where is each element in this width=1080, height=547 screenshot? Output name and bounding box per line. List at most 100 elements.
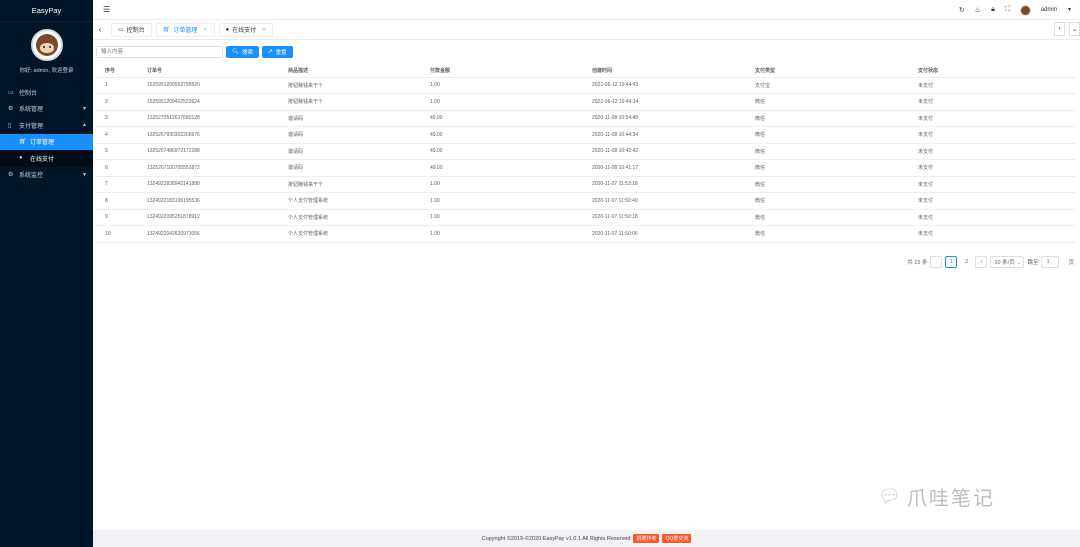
table-cell: 2020-11-08 10:42:42 bbox=[583, 143, 746, 160]
table-row[interactable]: 10 1324922042620973056 个人支付管理系统 1.00 2020-11… bbox=[96, 225, 1076, 243]
close-icon[interactable]: ✕ bbox=[262, 27, 266, 33]
prev-page-button[interactable]: ‹ bbox=[930, 256, 943, 268]
sidebar-item-label: 系统管理 bbox=[19, 107, 44, 114]
table-cell: 微信 bbox=[746, 176, 909, 193]
table-cell: 微信 bbox=[746, 192, 909, 210]
chevron-left-icon[interactable]: ‹ bbox=[93, 25, 107, 34]
sidebar-item-label: 支付管理 bbox=[19, 123, 44, 130]
table-cell: 1324922095251878912 bbox=[138, 209, 279, 226]
table-cell: 未支付 bbox=[909, 93, 1076, 111]
chevron-right-icon[interactable]: › bbox=[1054, 22, 1065, 36]
table-cell: 1.00 bbox=[421, 209, 583, 226]
chevron-down-icon[interactable]: ⌄ bbox=[1069, 22, 1080, 36]
table-cell: 2 bbox=[96, 93, 138, 111]
sidebar-item-dashboard[interactable]: ▭ 控制台 bbox=[0, 84, 93, 101]
table-row[interactable]: 8 1324922183106195536 个人支付管理系统 1.00 2020-11-… bbox=[96, 192, 1076, 210]
table-cell: 49.00 bbox=[421, 126, 583, 144]
sidebar-item-monitor[interactable]: ⚙ 系统监控 ▼ bbox=[0, 167, 93, 184]
table-cell: 微信 bbox=[746, 225, 909, 243]
search-button-label: 搜索 bbox=[241, 50, 253, 56]
reset-button[interactable]: ↗ 重置 bbox=[262, 46, 293, 58]
table-row[interactable]: 1 1535951206562795520 按钮赚钱来干个 1.00 2022-06-1… bbox=[96, 77, 1076, 94]
tab-online-pay[interactable]: ● 在线支付 ✕ bbox=[218, 22, 274, 37]
tab-orders[interactable]: 🛒︎ 订单管理 ✕ bbox=[155, 22, 215, 37]
sidebar-item-online-pay[interactable]: ● 在线支付 bbox=[0, 150, 93, 167]
chevron-down-icon: ▼ bbox=[82, 171, 87, 178]
table-cell: 1.00 bbox=[421, 93, 583, 111]
table-row[interactable]: 3 1325270512617680128 邀请码 49.00 2020-11-08 1… bbox=[96, 110, 1076, 127]
jump-label: 跳至 bbox=[1027, 260, 1039, 266]
donate-badge[interactable]: 捐赠作者 bbox=[633, 534, 660, 543]
table-cell: 3 bbox=[96, 110, 138, 127]
table-row[interactable]: 4 1325267930302206976 邀请码 49.00 2020-11-08 1… bbox=[96, 126, 1076, 144]
sidebar-item-system[interactable]: ⚙ 系统管理 ▼ bbox=[0, 101, 93, 118]
search-button[interactable]: 🔍︎ 搜索 bbox=[226, 46, 259, 58]
table-row[interactable]: 5 1325267486972172288 邀请码 49.00 2020-11-08 1… bbox=[96, 143, 1076, 160]
notification-icon[interactable]: ♨ bbox=[975, 6, 981, 14]
total-count: 共 15 条 bbox=[907, 260, 928, 266]
page-button[interactable]: 1 bbox=[945, 256, 958, 268]
avatar[interactable] bbox=[30, 29, 63, 61]
table-cell: 2020-11-07 11:50:40 bbox=[583, 192, 746, 210]
table-cell: 9 bbox=[96, 209, 138, 226]
chevron-down-icon[interactable]: ▼ bbox=[1067, 7, 1072, 13]
fullscreen-icon[interactable]: ⛶ bbox=[1005, 6, 1010, 14]
cart-icon: 🛒︎ bbox=[19, 139, 27, 146]
tab-dashboard[interactable]: ▭ 控制台 bbox=[111, 22, 152, 37]
reset-icon: ↗ bbox=[268, 49, 273, 55]
table-cell: 6 bbox=[96, 159, 138, 177]
page-button[interactable]: 2 bbox=[960, 256, 973, 268]
refresh-icon[interactable]: ↻ bbox=[959, 6, 965, 14]
welcome-text: 你好: admin, 欢迎登录 bbox=[19, 68, 74, 74]
orders-table: 序号 订单号 商品描述 付款金额 创建时间 支付类型 支付状态 1 1535951… bbox=[96, 64, 1076, 243]
table-row[interactable]: 7 1324922838943141888 按钮赚钱来干个 1.00 2020-11-0… bbox=[96, 176, 1076, 193]
column-header: 支付状态 bbox=[909, 64, 1076, 78]
search-input[interactable] bbox=[96, 46, 223, 58]
table-cell: 5 bbox=[96, 143, 138, 160]
table-cell: 微信 bbox=[746, 110, 909, 127]
table-cell: 1.00 bbox=[421, 176, 583, 193]
column-header: 订单号 bbox=[138, 64, 279, 78]
table-cell: 邀请码 bbox=[279, 126, 421, 144]
lock-icon[interactable]: 🔒︎ bbox=[991, 6, 995, 14]
pagination: 共 15 条 ‹ 1 2 › 10 条/页 ⌄ 跳至 1 页 bbox=[907, 256, 1074, 268]
table-cell: 未支付 bbox=[909, 143, 1076, 160]
table-cell: 微信 bbox=[746, 126, 909, 144]
table-row[interactable]: 2 1535951209402522624 按钮赚钱来干个 1.00 2022-06-1… bbox=[96, 93, 1076, 111]
close-icon[interactable]: ✕ bbox=[203, 27, 207, 33]
brand-title: EasyPay bbox=[0, 0, 93, 22]
table-cell: 按钮赚钱来干个 bbox=[279, 77, 421, 94]
chevron-down-icon: ▼ bbox=[82, 105, 87, 112]
next-page-button[interactable]: › bbox=[975, 256, 988, 268]
table-cell: 2020-11-08 10:44:34 bbox=[583, 126, 746, 144]
table-cell: 1325270512617680128 bbox=[138, 110, 279, 127]
sidebar-item-payment[interactable]: ▯ 支付管理 ▲ bbox=[0, 117, 93, 134]
table-cell: 8 bbox=[96, 192, 138, 210]
table-cell: 1325267930302206976 bbox=[138, 126, 279, 144]
table-cell: 49.00 bbox=[421, 143, 583, 160]
pay-icon: ● bbox=[225, 26, 230, 33]
table-cell: 1.00 bbox=[421, 77, 583, 94]
sidebar-item-orders[interactable]: 🛒︎ 订单管理 bbox=[0, 133, 93, 150]
table-cell: 个人支付管理系统 bbox=[279, 225, 421, 243]
table-cell: 1.00 bbox=[421, 225, 583, 243]
user-name[interactable]: admin bbox=[1041, 7, 1057, 13]
page-size-select[interactable]: 10 条/页 ⌄ bbox=[990, 256, 1025, 268]
table-row[interactable]: 6 1325267100705551872 邀请码 49.00 2020-11-08 1… bbox=[96, 159, 1076, 177]
jump-input[interactable]: 1 bbox=[1041, 256, 1060, 268]
menu-fold-icon[interactable]: ☰ bbox=[103, 5, 110, 14]
search-icon: 🔍︎ bbox=[232, 49, 239, 55]
settings-icon: ⚙ bbox=[8, 106, 14, 113]
reset-button-label: 重置 bbox=[275, 50, 287, 56]
table-cell: 邀请码 bbox=[279, 159, 421, 177]
table-cell: 1535951209402522624 bbox=[138, 93, 279, 111]
tab-label: 在线支付 bbox=[232, 28, 257, 34]
payment-icon: ▯ bbox=[8, 122, 12, 129]
table-cell: 按钮赚钱来干个 bbox=[279, 176, 421, 193]
table-row[interactable]: 9 1324922095251878912 个人支付管理系统 1.00 2020-11-… bbox=[96, 209, 1076, 226]
avatar[interactable] bbox=[1019, 4, 1031, 16]
qq-group-badge[interactable]: QQ群交流 bbox=[662, 534, 692, 543]
table-cell: 1324922042620973056 bbox=[138, 225, 279, 243]
column-header: 创建时间 bbox=[583, 64, 746, 78]
table-cell: 个人支付管理系统 bbox=[279, 209, 421, 226]
